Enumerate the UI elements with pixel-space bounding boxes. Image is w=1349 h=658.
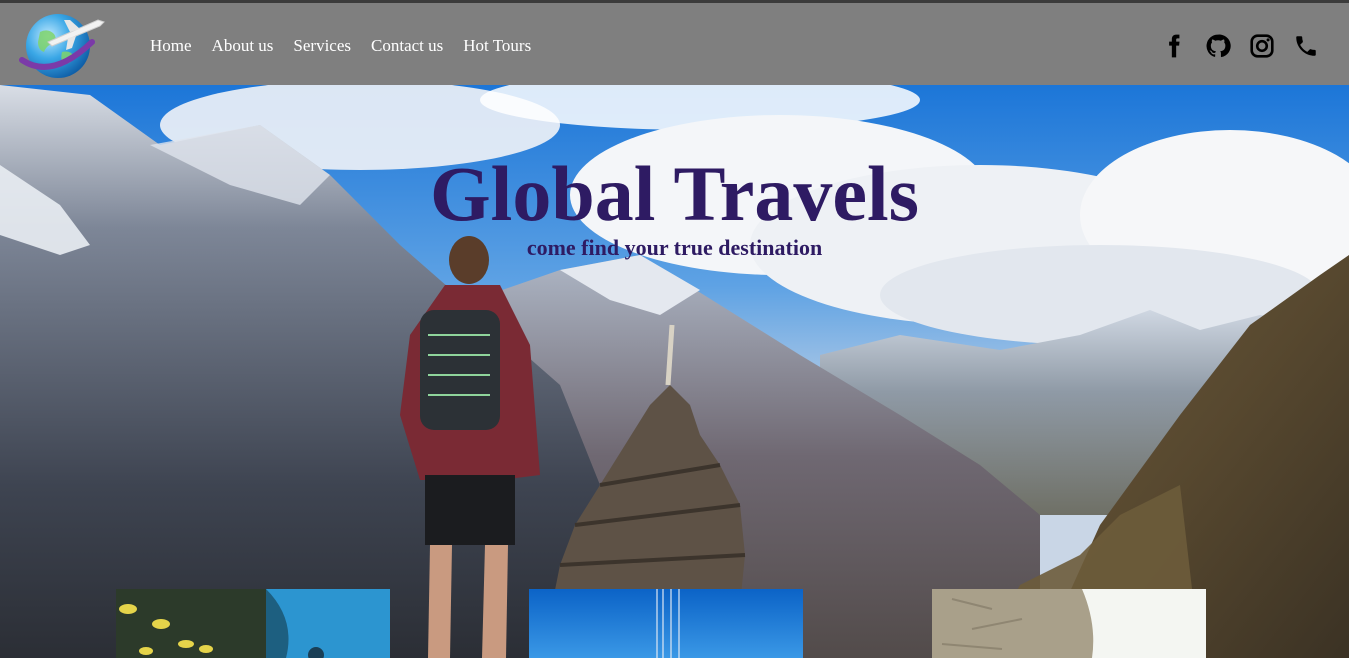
nav-link-services[interactable]: Services [293,37,351,55]
nav-link-hot-tours[interactable]: Hot Tours [463,37,531,55]
site-logo[interactable] [18,8,110,80]
instagram-icon[interactable] [1249,33,1275,59]
tour-card-stone[interactable] [932,589,1206,658]
stone-wall-image [932,589,1206,658]
main-nav: Home About us Services Contact us Hot To… [150,37,551,55]
underwater-fish-image [116,589,390,658]
blue-sky-image [529,589,803,658]
phone-icon[interactable] [1293,33,1319,59]
facebook-icon[interactable] [1161,33,1187,59]
social-links [1161,33,1319,59]
github-icon[interactable] [1205,33,1231,59]
tour-card-sky[interactable] [529,589,803,658]
hero-subtitle: come find your true destination [526,235,823,260]
tour-card-underwater[interactable] [116,589,390,658]
hero-title: Global Travels [430,150,919,237]
hero-banner: Global Travels come find your true desti… [0,85,1349,658]
nav-link-contact-us[interactable]: Contact us [371,37,443,55]
nav-link-home[interactable]: Home [150,37,192,55]
navbar: Home About us Services Contact us Hot To… [0,3,1349,85]
nav-link-about-us[interactable]: About us [212,37,274,55]
